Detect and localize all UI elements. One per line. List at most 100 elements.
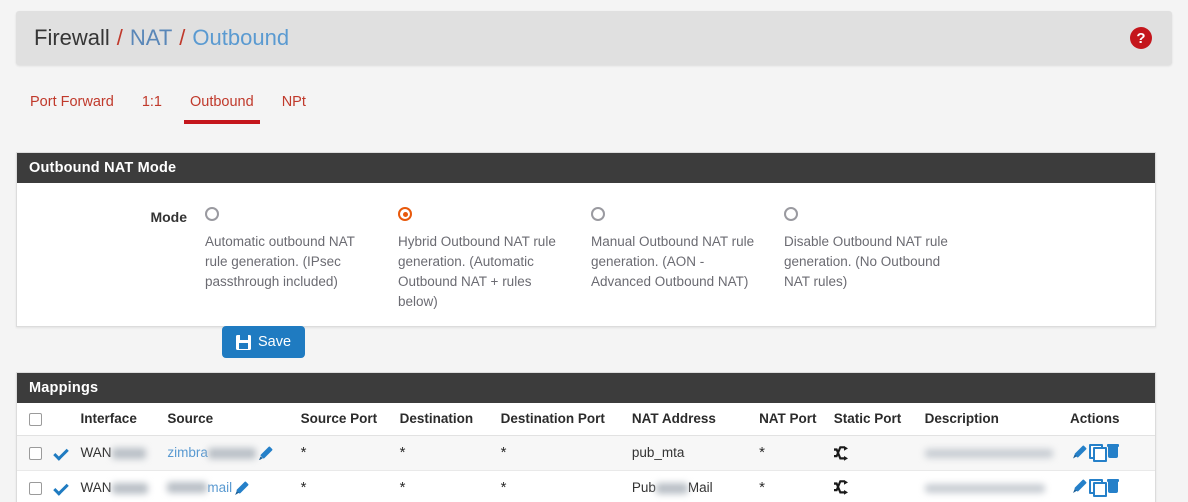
breadcrumb-root: Firewall — [34, 25, 110, 50]
radio-disable-outbound-nat[interactable] — [784, 207, 798, 221]
row-destination-value: * — [399, 478, 406, 496]
outbound-nat-mode-title: Outbound NAT Mode — [17, 153, 1155, 183]
row-description-cell: xx — [918, 435, 1065, 471]
row-source-cell: zimbraxx — [161, 435, 295, 471]
mode-options: Automatic outbound NAT rule generation. … — [205, 207, 1155, 312]
row-destination-port-value: * — [500, 478, 507, 496]
edit-icon[interactable] — [1073, 445, 1087, 459]
row-interface-cell: WANxx — [74, 470, 162, 502]
header-description: Description — [918, 403, 1065, 436]
edit-icon[interactable] — [1073, 479, 1087, 493]
check-icon — [53, 479, 70, 496]
row-nat-address-value: Pub — [631, 479, 656, 495]
header-static-port: Static Port — [827, 403, 919, 436]
nat-address-redaction: xx — [655, 482, 688, 494]
mappings-header-row: Interface Source Source Port Destination… — [17, 403, 1155, 436]
header-state — [48, 403, 75, 436]
mode-field-row: Mode Automatic outbound NAT rule generat… — [17, 183, 1155, 326]
save-icon — [236, 334, 251, 350]
radio-automatic-outbound-nat[interactable] — [205, 207, 219, 221]
description-redaction: xx — [924, 483, 1045, 493]
row-enabled-cell — [48, 435, 75, 471]
row-actions — [1070, 444, 1120, 462]
row-nat-address-value: pub_mta — [631, 445, 685, 461]
row-static-port-cell — [827, 470, 919, 502]
row-destination-port-cell: * — [494, 435, 626, 471]
check-icon — [53, 445, 70, 462]
breadcrumb-link-nat[interactable]: NAT — [130, 27, 172, 49]
row-source-port-cell: * — [294, 435, 394, 471]
row-nat-address-suffix: Mail — [687, 479, 713, 495]
mappings-panel: Mappings Interface Source Source Port De… — [16, 372, 1156, 502]
tab-outbound[interactable]: Outbound — [176, 88, 268, 124]
interface-redaction: xx — [111, 448, 146, 460]
radio-hybrid-outbound-nat[interactable] — [398, 207, 412, 221]
row-actions-cell — [1064, 470, 1155, 502]
row-source-cell: xxmail — [161, 470, 295, 502]
tab-port-forward[interactable]: Port Forward — [16, 88, 128, 124]
row-interface-value: WAN — [80, 445, 112, 461]
copy-icon[interactable] — [1089, 444, 1108, 462]
source-redaction: xx — [207, 447, 256, 459]
breadcrumb-separator-2: / — [179, 25, 186, 50]
row-source-value[interactable]: mail — [207, 480, 232, 495]
row-nat-port-cell: * — [753, 435, 828, 471]
row-destination-port-cell: * — [494, 470, 626, 502]
table-row[interactable]: WANxx zimbraxx * * * pub_mta — [17, 435, 1155, 471]
interface-redaction: xx — [111, 482, 148, 494]
breadcrumb-separator-1: / — [116, 25, 123, 50]
row-interface-cell: WANxx — [74, 435, 162, 471]
row-enabled-cell — [48, 470, 75, 502]
shuffle-icon — [833, 445, 848, 461]
row-interface-value: WAN — [80, 479, 112, 495]
radio-manual-outbound-nat[interactable] — [591, 207, 605, 221]
header-destination: Destination — [393, 403, 495, 436]
row-destination-cell: * — [393, 435, 495, 471]
edit-icon[interactable] — [235, 481, 249, 495]
delete-icon[interactable] — [1106, 444, 1120, 459]
copy-icon[interactable] — [1089, 478, 1108, 497]
header-source: Source — [161, 403, 295, 436]
mode-option-hybrid-label: Hybrid Outbound NAT rule generation. (Au… — [398, 234, 556, 309]
row-source-port-value: * — [300, 478, 307, 496]
shuffle-icon — [833, 480, 848, 496]
breadcrumb-current: Outbound — [192, 25, 290, 50]
save-button-label: Save — [258, 334, 292, 350]
row-source-port-value: * — [300, 444, 307, 462]
outbound-nat-mode-panel: Outbound NAT Mode Mode Automatic outboun… — [16, 152, 1156, 327]
delete-icon[interactable] — [1106, 478, 1120, 494]
mode-option-automatic-label: Automatic outbound NAT rule generation. … — [205, 234, 355, 289]
mode-option-disable: Disable Outbound NAT rule generation. (N… — [784, 207, 977, 312]
description-redaction: xx — [924, 449, 1053, 459]
table-row[interactable]: WANxx xxmail * * * PubxxMail — [17, 470, 1155, 502]
edit-icon[interactable] — [259, 446, 273, 460]
tab-one-to-one[interactable]: 1:1 — [128, 88, 176, 124]
row-checkbox[interactable] — [29, 447, 42, 461]
mode-option-manual: Manual Outbound NAT rule generation. (AO… — [591, 207, 784, 312]
mode-option-disable-label: Disable Outbound NAT rule generation. (N… — [784, 234, 948, 289]
save-button[interactable]: Save — [222, 326, 306, 358]
row-select-cell — [17, 470, 49, 502]
row-checkbox[interactable] — [29, 481, 42, 495]
header-nat-port: NAT Port — [753, 403, 828, 436]
row-nat-port-cell: * — [753, 470, 828, 502]
mappings-table: Interface Source Source Port Destination… — [17, 403, 1155, 502]
header-nat-address: NAT Address — [625, 403, 754, 436]
mode-field-label: Mode — [150, 209, 187, 225]
select-all-checkbox[interactable] — [29, 412, 42, 426]
mappings-title: Mappings — [17, 373, 1155, 403]
row-source-value[interactable]: zimbra — [167, 445, 208, 460]
tab-npt[interactable]: NPt — [268, 88, 320, 124]
row-destination-cell: * — [393, 470, 495, 502]
row-nat-address-cell: PubxxMail — [625, 470, 754, 502]
header-interface: Interface — [74, 403, 162, 436]
header-select-all — [17, 403, 49, 436]
row-static-port-cell — [827, 435, 919, 471]
source-redaction: xx — [167, 482, 208, 494]
save-button-wrapper: Save — [222, 326, 306, 358]
row-description-cell: xx — [918, 470, 1065, 502]
help-icon[interactable]: ? — [1130, 27, 1152, 49]
header-actions: Actions — [1064, 403, 1155, 436]
outbound-nat-mode-body: Mode Automatic outbound NAT rule generat… — [17, 183, 1155, 326]
row-nat-address-cell: pub_mta — [625, 435, 754, 471]
